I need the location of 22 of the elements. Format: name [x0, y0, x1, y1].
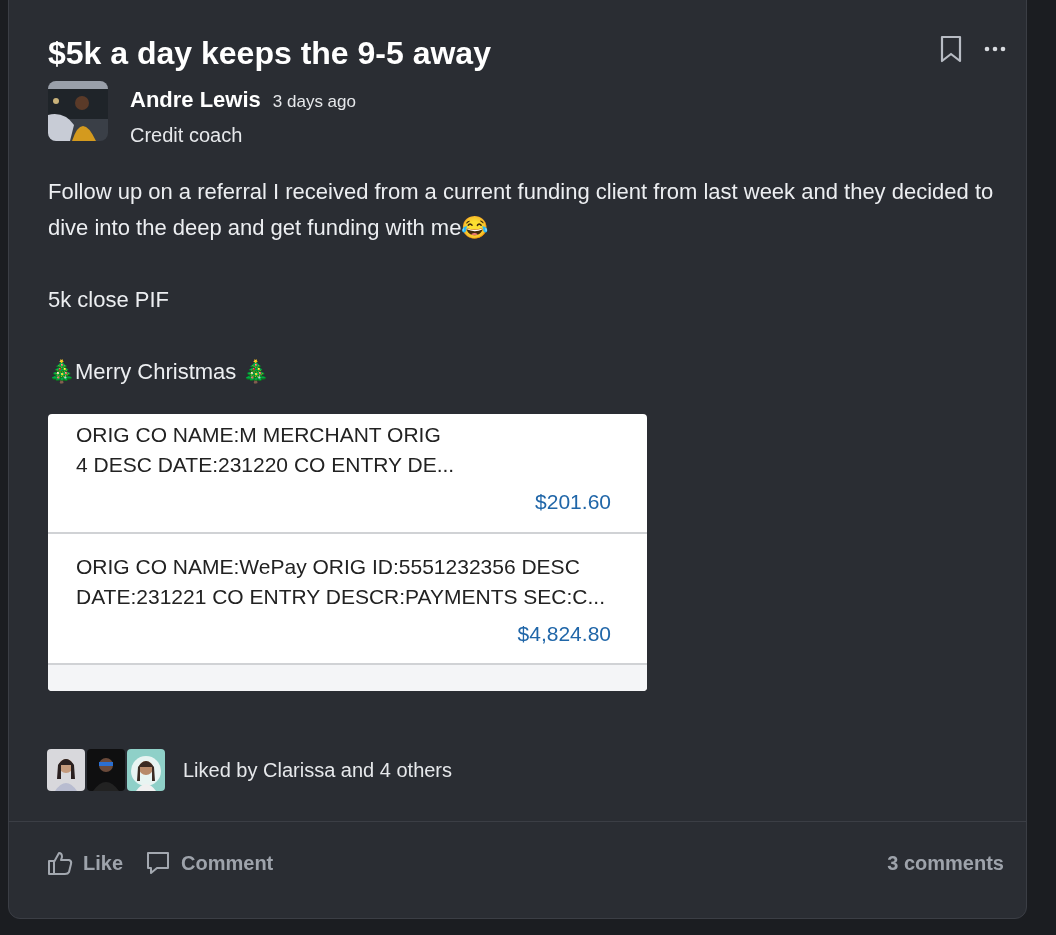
comments-count[interactable]: 3 comments — [887, 848, 1004, 878]
transaction-description: 4 DESC DATE:231220 CO ENTRY DE... — [76, 452, 456, 478]
comment-icon — [145, 850, 172, 876]
comment-button[interactable]: Comment — [145, 848, 274, 878]
transaction-description: ORIG CO NAME:M MERCHANT ORIG — [76, 422, 442, 448]
likes-summary[interactable]: Liked by Clarissa and 4 others — [183, 755, 453, 785]
transaction-amount: $4,824.80 — [517, 620, 612, 647]
post-title: $5k a day keeps the 9-5 away — [48, 34, 491, 73]
thumbs-up-icon — [47, 850, 73, 876]
bookmark-icon[interactable] — [940, 35, 962, 63]
transaction-description: DATE:231221 CO ENTRY DESCR:PAYMENTS SEC:C... — [76, 583, 607, 610]
transaction-description: ORIG CO NAME:WePay ORIG ID:5551232356 DESC — [76, 553, 581, 580]
post-time: 3 days ago — [272, 91, 356, 113]
post-paragraph: Follow up on a referral I received from a current funding client from last week and they decided to dive into the deep and get funding with me😂 — [48, 178, 995, 242]
transaction-amount: $201.60 — [535, 489, 612, 515]
more-icon[interactable] — [984, 46, 1006, 52]
post-paragraph: 5k close PIF — [48, 286, 171, 314]
like-button[interactable]: Like — [47, 848, 124, 878]
author-role: Credit coach — [130, 123, 244, 148]
post-paragraph: 🎄Merry Christmas 🎄 — [48, 358, 271, 386]
author-name[interactable]: Andre Lewis — [130, 83, 261, 116]
statement-screenshot[interactable]: ORIG CO NAME:M MERCHANT ORIG 4 DESC DATE:231220 CO ENTRY DE... $201.60 ORIG CO NAME:WePay ORIG ID:5551232356 DESC DATE:231221 CO ENTRY DESCR:PAYMENTS SEC:C... $4,824.80 — [48, 414, 647, 691]
